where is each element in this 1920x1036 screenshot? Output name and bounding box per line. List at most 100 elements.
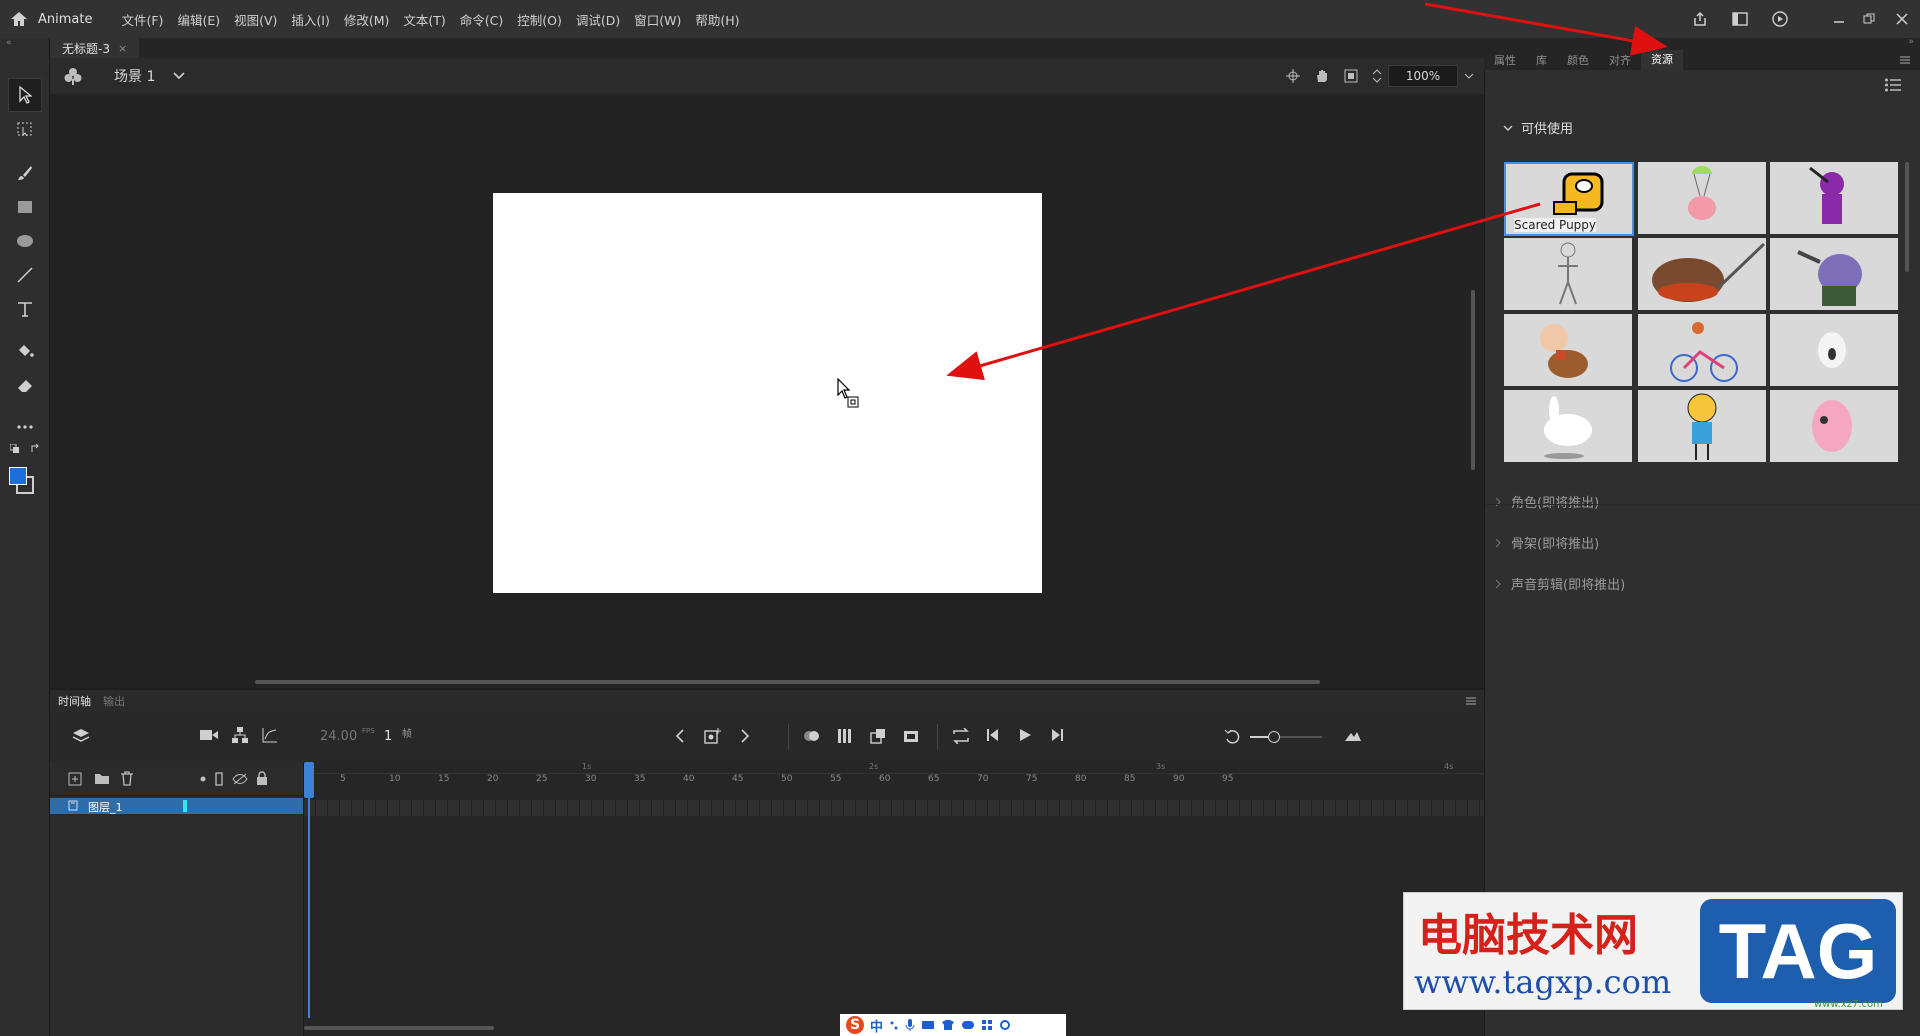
more-tools-icon[interactable]	[0, 410, 50, 444]
tab-library[interactable]: 库	[1526, 52, 1557, 68]
tab-color[interactable]: 颜色	[1557, 52, 1599, 68]
asset-thumbnail[interactable]	[1770, 390, 1898, 462]
microphone-icon[interactable]	[905, 1018, 915, 1032]
asset-thumbnail[interactable]	[1770, 238, 1898, 310]
timeline-zoom-slider-handle[interactable]	[1268, 731, 1280, 743]
menu-item-window[interactable]: 窗口(W)	[627, 10, 688, 29]
minimize-icon[interactable]	[1824, 0, 1854, 38]
outline-layer-icon[interactable]	[215, 772, 223, 786]
step-forward-icon[interactable]	[1050, 728, 1064, 742]
menu-item-file[interactable]: 文件(F)	[114, 10, 170, 29]
tab-align[interactable]: 对齐	[1599, 52, 1641, 68]
zoom-dropdown-icon[interactable]	[1464, 73, 1474, 79]
frames-area[interactable]: 1s 2s 3s 4s 5 10 15 20 25 30 35 40 45 50 55 60 65 70 7…	[304, 762, 1484, 1036]
eraser-tool-icon[interactable]	[0, 368, 50, 402]
previous-keyframe-icon[interactable]	[675, 729, 685, 743]
lock-layer-icon[interactable]	[256, 771, 268, 786]
reset-zoom-icon[interactable]	[1224, 728, 1240, 744]
share-icon[interactable]	[1680, 0, 1720, 38]
skin-icon[interactable]	[941, 1019, 955, 1031]
toolbox-icon[interactable]	[981, 1019, 993, 1031]
hide-layer-icon[interactable]	[232, 772, 248, 786]
zoom-stepper-icon[interactable]	[1372, 68, 1382, 84]
zoom-input[interactable]: 100%	[1388, 65, 1458, 87]
menu-item-help[interactable]: 帮助(H)	[688, 10, 746, 29]
layers-icon[interactable]	[72, 727, 90, 745]
edit-multiple-frames-icon[interactable]	[837, 728, 853, 744]
paint-bucket-tool-icon[interactable]	[0, 334, 50, 368]
onion-skin-icon[interactable]	[803, 729, 821, 743]
stage-horizontal-scrollbar[interactable]	[255, 680, 1320, 684]
timeline-horizontal-scrollbar[interactable]	[304, 1026, 494, 1030]
playhead[interactable]	[304, 762, 314, 798]
layer-frames-row[interactable]	[304, 800, 1484, 816]
asset-thumbnail[interactable]	[1770, 314, 1898, 386]
menu-item-control[interactable]: 控制(O)	[510, 10, 569, 29]
available-section-header[interactable]: 可供使用	[1503, 118, 1573, 137]
layer-parenting-icon[interactable]	[232, 727, 248, 743]
layer-name[interactable]: 图层_1	[88, 799, 123, 815]
timeline-zoom-max-icon[interactable]	[1344, 728, 1362, 742]
next-keyframe-icon[interactable]	[740, 729, 750, 743]
close-tab-icon[interactable]: ×	[118, 42, 127, 55]
menu-item-debug[interactable]: 调试(D)	[569, 10, 627, 29]
panel-menu-icon[interactable]	[1890, 56, 1920, 64]
stage-canvas[interactable]	[493, 193, 1042, 593]
restore-icon[interactable]	[1854, 0, 1884, 38]
tab-output[interactable]: 输出	[99, 693, 129, 709]
stroke-color-swatch[interactable]	[9, 467, 27, 485]
section-sound-clips[interactable]: 声音剪辑(即将推出)	[1495, 574, 1625, 593]
collapse-icon[interactable]: «	[0, 38, 49, 50]
punctuation-icon[interactable]	[889, 1020, 899, 1030]
default-colors-icon[interactable]	[9, 444, 20, 464]
stage-vertical-scrollbar[interactable]	[1471, 290, 1475, 470]
asset-thumbnail[interactable]	[1770, 162, 1898, 234]
edit-symbols-icon[interactable]	[50, 67, 96, 85]
test-movie-icon[interactable]	[1760, 0, 1800, 38]
assistant-icon[interactable]	[961, 1019, 975, 1031]
step-back-icon[interactable]	[986, 728, 1000, 742]
section-rigs[interactable]: 骨架(即将推出)	[1495, 533, 1599, 552]
create-tween-icon[interactable]	[870, 728, 886, 744]
ime-mode[interactable]: 中	[870, 1016, 883, 1035]
scene-dropdown-icon[interactable]	[173, 72, 185, 80]
new-layer-icon[interactable]	[68, 772, 82, 786]
free-transform-tool-icon[interactable]	[0, 112, 50, 146]
asset-thumbnail[interactable]: Scared Puppy	[1504, 162, 1634, 236]
menu-item-insert[interactable]: 插入(I)	[284, 10, 336, 29]
oval-tool-icon[interactable]	[0, 224, 50, 258]
clip-content-icon[interactable]	[1344, 69, 1358, 83]
highlight-layer-icon[interactable]	[200, 776, 206, 782]
expand-panel-icon[interactable]: »	[1908, 37, 1914, 47]
camera-icon[interactable]	[200, 729, 218, 741]
loop-icon[interactable]	[952, 728, 970, 744]
menu-item-view[interactable]: 视图(V)	[227, 10, 284, 29]
current-frame[interactable]: 1	[384, 729, 392, 744]
tab-assets[interactable]: 资源	[1641, 50, 1683, 70]
fps-value[interactable]: 24.00	[320, 729, 357, 744]
document-tab[interactable]: 无标题-3 ×	[50, 38, 140, 58]
layer-color-indicator[interactable]	[183, 800, 187, 812]
keyboard-icon[interactable]	[921, 1020, 935, 1030]
graph-icon[interactable]	[262, 727, 278, 743]
menu-item-command[interactable]: 命令(C)	[453, 10, 510, 29]
asset-thumbnail[interactable]	[1638, 390, 1766, 462]
sogou-logo-icon[interactable]: S	[846, 1016, 864, 1034]
swap-colors-icon[interactable]	[30, 444, 40, 464]
layer-row[interactable]: 图层_1	[50, 798, 303, 814]
home-icon[interactable]	[0, 0, 38, 38]
brush-tool-icon[interactable]	[0, 156, 50, 190]
selection-tool-icon[interactable]	[8, 78, 42, 112]
insert-keyframe-icon[interactable]	[704, 727, 722, 745]
rectangle-tool-icon[interactable]	[0, 190, 50, 224]
menu-item-text[interactable]: 文本(T)	[396, 10, 452, 29]
insert-blank-keyframe-icon[interactable]	[903, 728, 919, 744]
new-folder-icon[interactable]	[94, 772, 110, 785]
asset-thumbnail[interactable]	[1638, 238, 1766, 310]
asset-thumbnail[interactable]	[1638, 162, 1766, 234]
play-icon[interactable]	[1018, 728, 1032, 742]
assets-scrollbar[interactable]	[1905, 162, 1909, 272]
asset-thumbnail[interactable]	[1504, 314, 1632, 386]
section-characters[interactable]: 角色(即将推出)	[1495, 492, 1599, 511]
text-tool-icon[interactable]	[0, 292, 50, 326]
